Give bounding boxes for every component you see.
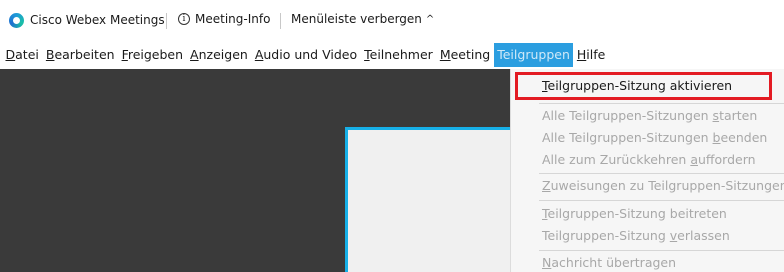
chevron-up-icon: ^ bbox=[425, 13, 435, 25]
menu-hilfe[interactable]: Hilfe bbox=[573, 43, 608, 67]
menu-bearbeiten[interactable]: Bearbeiten bbox=[42, 43, 118, 67]
meeting-info-label: Meeting-Info bbox=[195, 12, 271, 26]
menu-separator bbox=[539, 103, 784, 104]
menu-item-join[interactable]: Teilgruppen-Sitzung beitreten bbox=[542, 206, 727, 221]
menu-item-broadcast[interactable]: Nachricht übertragen bbox=[542, 255, 676, 270]
menu-item-end-all[interactable]: Alle Teilgruppen-Sitzungen beenden bbox=[542, 130, 767, 145]
menu-item-start-all[interactable]: Alle Teilgruppen-Sitzungen starten bbox=[542, 108, 757, 123]
title-bar: Cisco Webex Meetings i Meeting-Info Menü… bbox=[0, 0, 784, 41]
menu-item-activate-breakout[interactable]: Teilgruppen-Sitzung aktivieren bbox=[542, 78, 732, 93]
menu-teilnehmer[interactable]: Teilnehmer bbox=[361, 43, 437, 67]
meeting-stage bbox=[0, 69, 510, 272]
info-icon: i bbox=[178, 13, 190, 25]
teilgruppen-dropdown-menu: Teilgruppen-Sitzung aktivieren Alle Teil… bbox=[510, 69, 784, 272]
menu-item-ask-return[interactable]: Alle zum Zurückkehren auffordern bbox=[542, 152, 756, 167]
title-separator bbox=[280, 13, 281, 29]
menu-freigeben[interactable]: Freigeben bbox=[118, 43, 186, 67]
menu-bar: Datei Bearbeiten Freigeben Anzeigen Audi… bbox=[0, 41, 784, 69]
app-title: Cisco Webex Meetings bbox=[30, 13, 165, 27]
menu-teilgruppen[interactable]: Teilgruppen bbox=[493, 43, 574, 67]
hide-menubar-label: Menüleiste verbergen bbox=[291, 12, 422, 26]
menu-anzeigen[interactable]: Anzeigen bbox=[187, 43, 252, 67]
menu-audio-video[interactable]: Audio und Video bbox=[251, 43, 360, 67]
menu-separator bbox=[539, 173, 784, 174]
webex-logo-icon bbox=[9, 13, 24, 28]
meeting-info-button[interactable]: i Meeting-Info bbox=[178, 12, 270, 26]
menu-separator bbox=[539, 200, 784, 201]
shared-content-panel bbox=[345, 127, 510, 272]
menu-meeting[interactable]: Meeting bbox=[436, 43, 493, 67]
menu-item-assignments[interactable]: Zuweisungen zu Teilgruppen-Sitzungen bbox=[542, 178, 784, 193]
menu-datei[interactable]: Datei bbox=[2, 43, 42, 67]
menu-separator bbox=[539, 250, 784, 251]
title-separator bbox=[166, 13, 167, 29]
hide-menubar-button[interactable]: Menüleiste verbergen ^ bbox=[291, 12, 434, 26]
menu-item-leave[interactable]: Teilgruppen-Sitzung verlassen bbox=[542, 228, 730, 243]
